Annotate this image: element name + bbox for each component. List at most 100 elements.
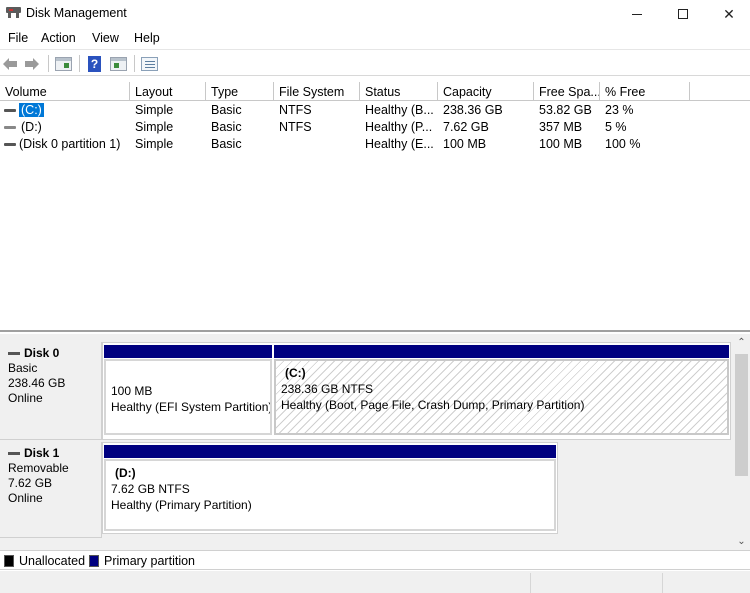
column-header-free-space[interactable]: Free Spa... <box>534 82 600 101</box>
show-hide-console-tree-icon <box>55 57 72 71</box>
disk-0-partitions: 100 MB Healthy (EFI System Partition) (C… <box>102 342 731 440</box>
toolbar: ? <box>0 51 750 76</box>
legend-label-primary: Primary partition <box>104 554 195 568</box>
column-header-status[interactable]: Status <box>360 82 438 101</box>
type-cell: Basic <box>211 120 242 134</box>
partition-title: (D:) <box>115 466 136 480</box>
column-header-volume[interactable]: Volume <box>0 82 130 101</box>
capacity-cell: 7.62 GB <box>443 120 489 134</box>
disk-state: Online <box>8 391 43 405</box>
partition-c[interactable]: (C:) 238.36 GB NTFS Healthy (Boot, Page … <box>274 345 729 435</box>
free-space-cell: 53.82 GB <box>539 103 592 117</box>
disk-type: Removable <box>8 461 69 475</box>
status-separator <box>530 573 531 593</box>
volume-name: (C:) <box>19 103 44 117</box>
disk-0-label[interactable]: Disk 0 Basic 238.46 GB Online <box>0 342 102 440</box>
help-button[interactable]: ? <box>88 55 103 72</box>
disk-size: 238.46 GB <box>8 376 66 390</box>
menu-help[interactable]: Help <box>132 31 162 45</box>
properties-list-icon <box>141 57 158 71</box>
scroll-down-icon[interactable]: ⌄ <box>733 533 750 550</box>
layout-cell: Simple <box>135 137 174 151</box>
disk-type: Basic <box>8 361 38 375</box>
maximize-button[interactable] <box>660 0 706 28</box>
table-row[interactable]: (D:) Simple Basic NTFS Healthy (P... 7.6… <box>0 119 690 136</box>
column-header-layout[interactable]: Layout <box>130 82 206 101</box>
close-icon: ✕ <box>723 5 735 22</box>
toolbar-separator <box>48 55 49 72</box>
help-icon: ? <box>88 56 101 72</box>
graphical-view-scrollbar[interactable]: ⌃ ⌄ <box>733 334 750 550</box>
column-header-percent-free[interactable]: % Free <box>600 82 690 101</box>
column-header-type[interactable]: Type <box>206 82 274 101</box>
disk-1-label[interactable]: Disk 1 Removable 7.62 GB Online <box>0 442 102 538</box>
capacity-cell: 100 MB <box>443 137 487 151</box>
free-space-cell: 100 MB <box>539 137 583 151</box>
table-row[interactable]: (Disk 0 partition 1) Simple Basic Health… <box>0 136 690 153</box>
show-hide-action-pane-icon <box>110 57 127 71</box>
partition-size: 100 MB <box>111 384 153 398</box>
status-bar <box>0 571 750 593</box>
partition-title: (C:) <box>285 366 306 380</box>
scrollbar-thumb[interactable] <box>735 354 748 476</box>
scroll-up-icon[interactable]: ⌃ <box>733 334 750 351</box>
layout-cell: Simple <box>135 103 174 117</box>
properties-button[interactable] <box>141 55 160 72</box>
disk-1-partitions: (D:) 7.62 GB NTFS Healthy (Primary Parti… <box>102 442 558 534</box>
free-space-cell: 357 MB <box>539 120 583 134</box>
close-button[interactable]: ✕ <box>706 0 750 28</box>
volume-name: (D:) <box>21 120 42 134</box>
status-cell: Healthy (P... <box>365 120 433 134</box>
back-arrow-icon <box>2 57 18 71</box>
toolbar-separator <box>134 55 135 72</box>
disk-name: Disk 0 <box>24 346 60 360</box>
legend-label-unallocated: Unallocated <box>19 554 86 568</box>
volume-name: (Disk 0 partition 1) <box>19 137 121 151</box>
title-bar: Disk Management ✕ <box>0 0 750 28</box>
menu-file[interactable]: File <box>6 31 30 45</box>
status-separator <box>662 573 663 593</box>
disk-graphical-view: Disk 0 Basic 238.46 GB Online 100 MB Hea… <box>0 334 750 550</box>
percent-free-cell: 100 % <box>605 137 641 151</box>
capacity-cell: 238.36 GB <box>443 103 503 117</box>
disk-icon <box>8 352 20 355</box>
column-header-capacity[interactable]: Capacity <box>438 82 534 101</box>
partition-size: 238.36 GB NTFS <box>281 382 374 396</box>
file-system-cell: NTFS <box>279 120 312 134</box>
type-cell: Basic <box>211 137 242 151</box>
partition-status: Healthy (EFI System Partition) <box>111 400 272 414</box>
legend: Unallocated Primary partition <box>0 550 750 570</box>
disk-name: Disk 1 <box>24 446 60 460</box>
forward-button[interactable] <box>24 55 42 72</box>
percent-free-cell: 5 % <box>605 120 627 134</box>
disk-size: 7.62 GB <box>8 476 53 490</box>
menu-bar: File Action View Help <box>0 28 750 50</box>
partition-color-bar <box>104 345 272 358</box>
partition-d[interactable]: (D:) 7.62 GB NTFS Healthy (Primary Parti… <box>104 445 556 531</box>
forward-arrow-icon <box>24 57 40 71</box>
menu-action[interactable]: Action <box>39 31 78 45</box>
percent-free-cell: 23 % <box>605 103 634 117</box>
volume-icon <box>4 109 16 112</box>
volume-icon <box>4 143 16 146</box>
volume-list: Volume Layout Type File System Status Ca… <box>0 82 750 332</box>
table-row[interactable]: (C:) Simple Basic NTFS Healthy (B... 238… <box>0 102 690 119</box>
layout-cell: Simple <box>135 120 174 134</box>
back-button[interactable] <box>2 55 20 72</box>
disk-state: Online <box>8 491 43 505</box>
show-hide-action-pane-button[interactable] <box>110 55 129 72</box>
partition-efi[interactable]: 100 MB Healthy (EFI System Partition) <box>104 345 272 435</box>
toolbar-separator <box>79 55 80 72</box>
show-hide-console-tree-button[interactable] <box>55 55 74 72</box>
minimize-icon <box>632 13 642 15</box>
legend-swatch-unallocated <box>4 555 14 567</box>
menu-view[interactable]: View <box>90 31 121 45</box>
type-cell: Basic <box>211 103 242 117</box>
column-header-filler <box>690 82 750 101</box>
partition-status: Healthy (Primary Partition) <box>111 498 252 512</box>
minimize-button[interactable] <box>614 0 660 28</box>
status-cell: Healthy (B... <box>365 103 434 117</box>
column-header-file-system[interactable]: File System <box>274 82 360 101</box>
partition-color-bar <box>274 345 729 358</box>
disk-management-icon <box>6 7 21 19</box>
